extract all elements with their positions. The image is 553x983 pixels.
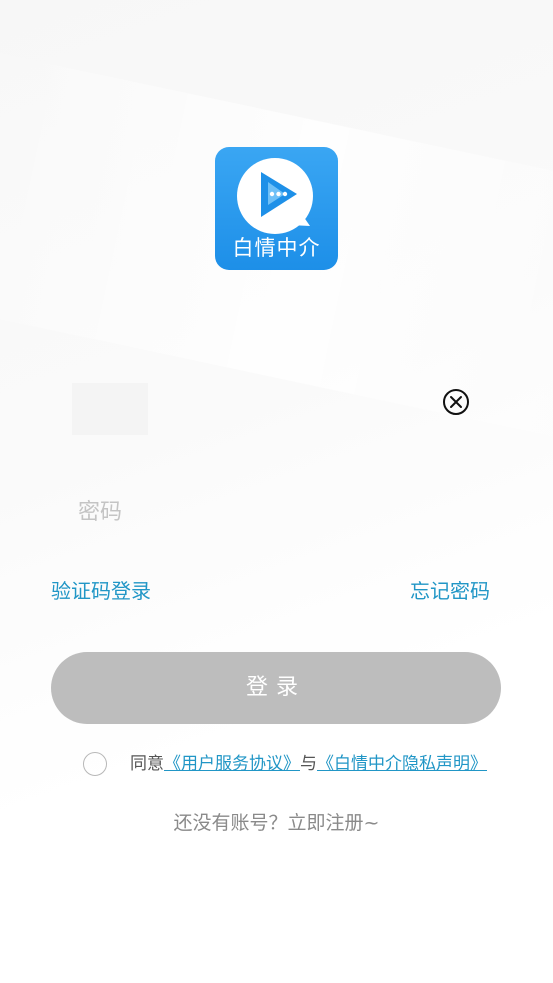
user-agreement-link[interactable]: 《用户服务协议》 xyxy=(164,754,300,774)
sms-login-link[interactable]: 验证码登录 xyxy=(51,578,151,604)
agreement-text: 同意《用户服务协议》与《白情中介隐私声明》 xyxy=(130,752,487,776)
close-circle-icon xyxy=(443,389,469,415)
clear-input-button[interactable] xyxy=(441,387,471,417)
agreement-checkbox[interactable] xyxy=(83,752,107,776)
app-logo-text: 白情中介 xyxy=(232,236,321,260)
account-input[interactable] xyxy=(72,383,148,435)
agreement-prefix: 同意 xyxy=(130,754,164,774)
forgot-password-link[interactable]: 忘记密码 xyxy=(410,578,490,604)
privacy-policy-link[interactable]: 《白情中介隐私声明》 xyxy=(317,754,487,774)
password-input[interactable] xyxy=(78,492,458,532)
agreement-conjunction: 与 xyxy=(300,754,317,774)
login-button[interactable]: 登录 xyxy=(51,652,501,724)
app-logo: 白情中介 xyxy=(215,147,338,270)
register-link[interactable]: 还没有账号？立即注册~ xyxy=(0,810,553,836)
